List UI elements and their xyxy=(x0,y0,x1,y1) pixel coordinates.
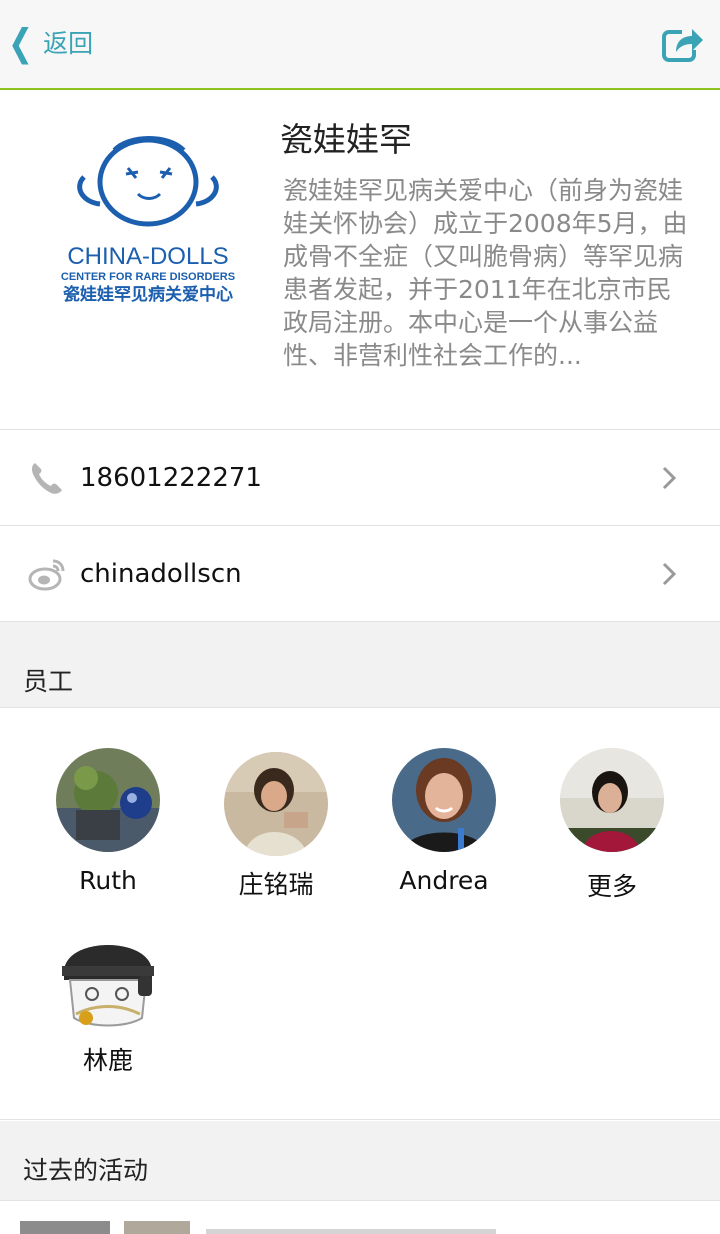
back-label: 返回 xyxy=(43,29,94,58)
staff-name: Andrea xyxy=(399,866,489,895)
chevron-left-icon: ❮ xyxy=(8,21,34,66)
staff-name: 庄铭瑞 xyxy=(238,870,314,899)
share-icon[interactable] xyxy=(662,24,704,64)
phone-icon xyxy=(31,463,62,494)
weibo-icon xyxy=(28,559,65,591)
avatar xyxy=(560,748,664,852)
phone-number: 18601222271 xyxy=(80,463,262,493)
logo-chinese: 瓷娃娃罕见病关爱中心 xyxy=(63,284,233,305)
staff-name: Ruth xyxy=(79,866,137,895)
back-button[interactable]: ❮ 返回 xyxy=(8,21,94,66)
activity-thumbnail xyxy=(20,1221,496,1234)
staff-grid: Ruth 庄铭瑞 Andrea 更多 林鹿 xyxy=(0,708,720,1120)
org-name: 瓷娃娃罕 xyxy=(280,120,412,159)
staff-member-ruth[interactable]: Ruth xyxy=(38,748,178,898)
chevron-right-icon xyxy=(662,562,677,586)
staff-member-linlu[interactable]: 林鹿 xyxy=(38,926,178,1078)
staff-more[interactable]: 更多 xyxy=(542,748,682,904)
logo-subtitle: CENTER FOR RARE DISORDERS xyxy=(61,271,235,283)
avatar xyxy=(56,748,160,852)
weibo-row[interactable]: chinadollscn xyxy=(0,526,720,622)
staff-section-header: 员工 xyxy=(0,622,720,708)
org-logo: CHINA-DOLLS CENTER FOR RARE DISORDERS 瓷娃… xyxy=(61,136,235,305)
staff-member-andrea[interactable]: Andrea xyxy=(374,748,514,898)
activity-list-item[interactable] xyxy=(0,1200,720,1234)
logo-title: CHINA-DOLLS xyxy=(67,243,228,270)
chevron-right-icon xyxy=(662,466,677,490)
org-description[interactable]: 瓷娃娃罕见病关爱中心（前身为瓷娃娃关怀协会）成立于2008年5月，由成骨不全症（… xyxy=(283,174,693,372)
weibo-account: chinadollscn xyxy=(80,559,242,589)
avatar xyxy=(56,926,160,1030)
activities-section-header: 过去的活动 xyxy=(0,1121,720,1201)
staff-title: 员工 xyxy=(23,667,74,696)
phone-row[interactable]: 18601222271 xyxy=(0,430,720,526)
avatar xyxy=(392,748,496,852)
avatar xyxy=(224,752,328,856)
staff-member-zhuang[interactable]: 庄铭瑞 xyxy=(206,752,346,902)
nav-bar: ❮ 返回 xyxy=(0,0,720,90)
staff-name: 林鹿 xyxy=(82,1046,133,1075)
staff-name: 更多 xyxy=(586,872,637,901)
activities-title: 过去的活动 xyxy=(23,1156,149,1185)
org-header: CHINA-DOLLS CENTER FOR RARE DISORDERS 瓷娃… xyxy=(0,92,720,430)
